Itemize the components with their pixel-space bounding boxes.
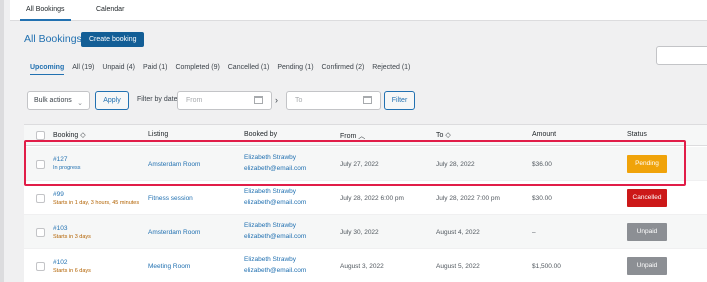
booker-name-link[interactable]: Elizabeth Strawby bbox=[244, 256, 306, 263]
to-date: July 28, 2022 7:00 pm bbox=[436, 195, 500, 202]
col-booking[interactable]: Booking ◇ bbox=[53, 131, 86, 139]
bulk-actions-select[interactable]: Bulk actions ⌄ bbox=[27, 91, 90, 110]
filter-all[interactable]: All (19) bbox=[72, 64, 94, 71]
from-date: August 3, 2022 bbox=[340, 263, 384, 270]
create-booking-button[interactable]: Create booking bbox=[81, 32, 145, 47]
booker-name-link[interactable]: Elizabeth Strawby bbox=[244, 222, 306, 229]
status-filter-bar: Upcoming All (19) Unpaid (4) Paid (1) Co… bbox=[30, 64, 416, 75]
filter-paid[interactable]: Paid (1) bbox=[143, 64, 168, 71]
booking-id-link[interactable]: #127 bbox=[53, 156, 81, 163]
col-amount: Amount bbox=[532, 131, 557, 138]
bulk-actions-label: Bulk actions bbox=[34, 97, 72, 104]
amount: $1,500.00 bbox=[532, 263, 561, 270]
from-date-input[interactable]: From bbox=[177, 91, 272, 110]
table-row[interactable]: #102 Starts in 6 days Meeting Room Eliza… bbox=[24, 249, 707, 282]
table-header: Booking ◇ Listing Booked by From ︿ To ◇ … bbox=[24, 125, 707, 146]
table-row[interactable]: #103 Starts in 3 days Amsterdam Room Eli… bbox=[24, 215, 707, 249]
booking-id-link[interactable]: #103 bbox=[53, 225, 91, 232]
page-title: All Bookings bbox=[24, 33, 82, 45]
filter-unpaid[interactable]: Unpaid (4) bbox=[102, 64, 135, 71]
booking-note: In progress bbox=[53, 165, 81, 171]
listing-link[interactable]: Meeting Room bbox=[148, 263, 190, 270]
amount: – bbox=[532, 229, 536, 236]
apply-button[interactable]: Apply bbox=[95, 91, 129, 110]
table-row[interactable]: #127 In progress Amsterdam Room Elizabet… bbox=[24, 147, 707, 181]
bookings-screen: All Bookings Calendar All Bookings Creat… bbox=[0, 0, 707, 282]
booking-id-link[interactable]: #102 bbox=[53, 259, 91, 266]
booking-note: Starts in 6 days bbox=[53, 268, 91, 274]
col-to[interactable]: To ◇ bbox=[436, 131, 451, 139]
to-date: August 5, 2022 bbox=[436, 263, 480, 270]
chevron-down-icon: ⌄ bbox=[77, 100, 83, 107]
listing-link[interactable]: Fitness session bbox=[148, 195, 193, 202]
listing-link[interactable]: Amsterdam Room bbox=[148, 161, 200, 168]
status-badge: Unpaid bbox=[627, 223, 667, 241]
select-all-checkbox[interactable] bbox=[36, 131, 45, 140]
filter-pending[interactable]: Pending (1) bbox=[277, 64, 313, 71]
calendar-icon bbox=[363, 96, 372, 104]
arrow-right-icon: › bbox=[275, 95, 278, 105]
row-checkbox[interactable] bbox=[36, 228, 45, 237]
calendar-icon bbox=[254, 96, 263, 104]
booker-email-link[interactable]: elizabeth@email.com bbox=[244, 165, 306, 172]
booker-name-link[interactable]: Elizabeth Strawby bbox=[244, 154, 306, 161]
row-checkbox[interactable] bbox=[36, 160, 45, 169]
from-date: July 28, 2022 6:00 pm bbox=[340, 195, 404, 202]
col-status: Status bbox=[627, 131, 647, 138]
booking-note: Starts in 1 day, 3 hours, 45 minutes bbox=[53, 200, 140, 206]
row-checkbox[interactable] bbox=[36, 194, 45, 203]
tab-calendar[interactable]: Calendar bbox=[90, 0, 130, 21]
col-from[interactable]: From ︿ bbox=[340, 131, 365, 141]
booker-email-link[interactable]: elizabeth@email.com bbox=[244, 267, 306, 274]
filter-upcoming[interactable]: Upcoming bbox=[30, 64, 65, 75]
booker-email-link[interactable]: elizabeth@email.com bbox=[244, 233, 306, 240]
status-badge: Cancelled bbox=[627, 189, 667, 207]
filter-confirmed[interactable]: Confirmed (2) bbox=[322, 64, 365, 71]
to-date: July 28, 2022 bbox=[436, 161, 475, 168]
from-date: July 27, 2022 bbox=[340, 161, 379, 168]
amount: $30.00 bbox=[532, 195, 552, 202]
filter-cancelled[interactable]: Cancelled (1) bbox=[228, 64, 270, 71]
listing-link[interactable]: Amsterdam Room bbox=[148, 229, 200, 236]
booking-note: Starts in 3 days bbox=[53, 234, 91, 240]
to-placeholder: To bbox=[295, 97, 303, 104]
tab-all-bookings[interactable]: All Bookings bbox=[20, 0, 71, 21]
admin-sidebar-edge bbox=[0, 0, 4, 282]
filter-button[interactable]: Filter bbox=[384, 91, 415, 110]
booker-email-link[interactable]: elizabeth@email.com bbox=[244, 199, 306, 206]
from-date: July 30, 2022 bbox=[340, 229, 379, 236]
col-listing: Listing bbox=[148, 131, 169, 138]
row-checkbox[interactable] bbox=[36, 262, 45, 271]
bookings-table: Booking ◇ Listing Booked by From ︿ To ◇ … bbox=[24, 124, 707, 282]
booking-id-link[interactable]: #99 bbox=[53, 191, 139, 198]
filter-rejected[interactable]: Rejected (1) bbox=[372, 64, 410, 71]
search-input[interactable] bbox=[656, 46, 707, 65]
table-row[interactable]: #99 Starts in 1 day, 3 hours, 45 minutes… bbox=[24, 181, 707, 215]
from-placeholder: From bbox=[186, 97, 203, 104]
to-date: August 4, 2022 bbox=[436, 229, 480, 236]
amount: $36.00 bbox=[532, 161, 552, 168]
status-badge: Pending bbox=[627, 155, 667, 173]
top-tab-bar: All Bookings Calendar bbox=[10, 0, 707, 21]
filter-by-date-label: Filter by date bbox=[137, 96, 178, 103]
filter-completed[interactable]: Completed (9) bbox=[175, 64, 219, 71]
to-date-input[interactable]: To bbox=[286, 91, 381, 110]
col-booked-by: Booked by bbox=[244, 131, 278, 138]
status-badge: Unpaid bbox=[627, 257, 667, 275]
booker-name-link[interactable]: Elizabeth Strawby bbox=[244, 188, 306, 195]
